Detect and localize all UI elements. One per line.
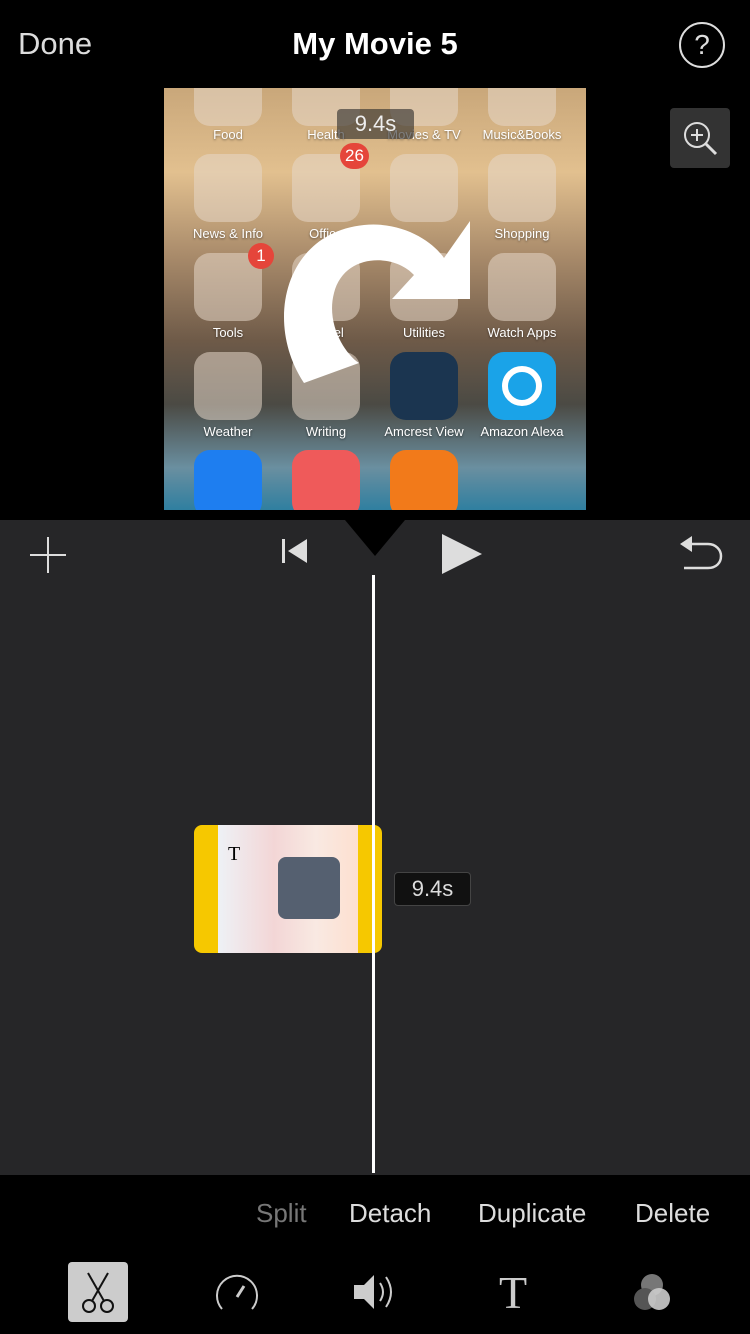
app-label: Amazon Alexa bbox=[480, 424, 564, 439]
filters-icon bbox=[634, 1274, 670, 1310]
detach-button[interactable]: Detach bbox=[349, 1198, 431, 1229]
filters-tool-button[interactable] bbox=[622, 1262, 682, 1322]
folder-icon bbox=[194, 352, 262, 420]
folder-icon bbox=[194, 88, 262, 126]
notification-badge: 26 bbox=[340, 143, 369, 169]
alexa-app-icon bbox=[488, 352, 556, 420]
notification-badge: 1 bbox=[248, 243, 274, 269]
plus-icon[interactable] bbox=[28, 535, 68, 575]
folder-icon bbox=[390, 154, 458, 222]
undo-icon[interactable] bbox=[678, 532, 724, 572]
project-title: My Movie 5 bbox=[292, 26, 458, 61]
folder-label: Weather bbox=[203, 424, 253, 439]
folder-icon bbox=[488, 154, 556, 222]
folder-label: Watch Apps bbox=[487, 325, 557, 340]
folder-label: Music&Books bbox=[482, 127, 562, 142]
rotate-clockwise-icon bbox=[284, 221, 470, 383]
screen-recorder-app-icon bbox=[390, 450, 458, 510]
zoom-in-icon bbox=[684, 122, 718, 156]
video-preview[interactable]: Food Health Movies & TV Music&Books News… bbox=[164, 88, 586, 510]
scissors-tool-button[interactable] bbox=[68, 1262, 128, 1322]
folder-label: Tools bbox=[212, 325, 244, 340]
speedometer-icon bbox=[216, 1274, 258, 1310]
skip-to-start-icon[interactable] bbox=[280, 537, 310, 565]
folder-icon bbox=[194, 154, 262, 222]
play-icon[interactable] bbox=[440, 532, 484, 576]
volume-icon bbox=[354, 1275, 392, 1309]
help-button[interactable]: ? bbox=[679, 22, 725, 68]
done-button[interactable]: Done bbox=[18, 26, 92, 62]
speed-tool-button[interactable] bbox=[207, 1262, 267, 1322]
app-label: Amcrest View bbox=[384, 424, 464, 439]
title-indicator-icon: T bbox=[228, 843, 241, 865]
title-tool-button[interactable]: T bbox=[483, 1262, 543, 1322]
duplicate-button[interactable]: Duplicate bbox=[478, 1198, 586, 1229]
clip-duration: 9.4s bbox=[394, 872, 471, 906]
scissors-icon bbox=[82, 1272, 114, 1313]
split-button[interactable]: Split bbox=[256, 1198, 307, 1229]
volume-tool-button[interactable] bbox=[345, 1262, 405, 1322]
folder-label: Food bbox=[213, 127, 243, 142]
video-clip[interactable]: T bbox=[194, 825, 382, 953]
folder-icon bbox=[488, 253, 556, 321]
folder-icon bbox=[488, 88, 556, 126]
preview-duration: 9.4s bbox=[337, 109, 414, 139]
delete-button[interactable]: Delete bbox=[635, 1198, 710, 1229]
folder-label: Writing bbox=[305, 424, 347, 439]
zoom-preview-button[interactable] bbox=[670, 108, 730, 168]
folder-label: Shopping bbox=[494, 226, 550, 241]
playhead-marker bbox=[345, 520, 405, 556]
water-app-icon bbox=[194, 450, 262, 510]
folder-label: News & Info bbox=[192, 226, 264, 241]
playhead[interactable] bbox=[372, 575, 375, 1173]
recorder-app-icon bbox=[292, 450, 360, 510]
